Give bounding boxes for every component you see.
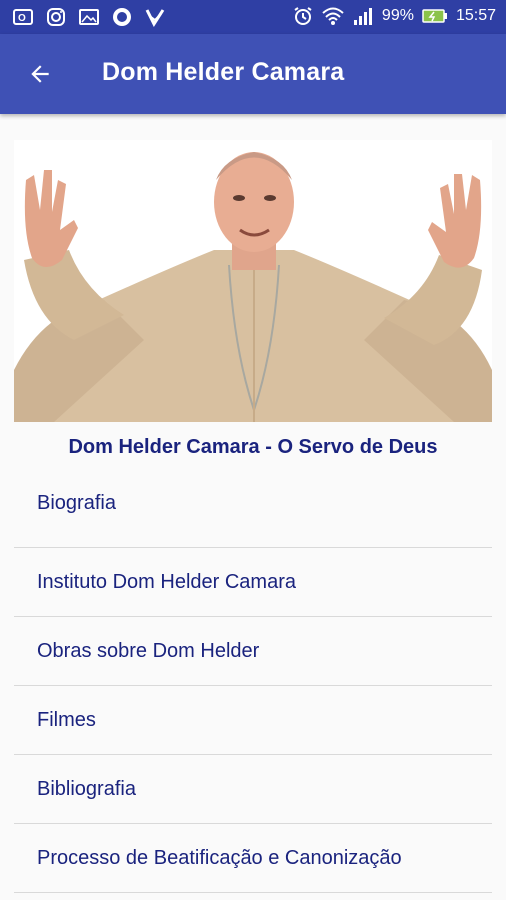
system-icons: 99% 15:57 [292, 5, 496, 27]
instagram-icon [45, 6, 67, 28]
hero-photo [14, 140, 492, 422]
battery-icon [422, 5, 448, 27]
menu-item-label: Biografia [37, 492, 116, 514]
menu-item-label: Obras sobre Dom Helder [37, 639, 260, 662]
menu-item-label: Processo de Beatificação e Canonização [37, 846, 402, 869]
menu-item-biografia[interactable]: Biografia [14, 480, 492, 548]
wifi-icon [322, 5, 344, 27]
menu-item-bibliografia[interactable]: Bibliografia [14, 755, 492, 824]
alarm-icon [292, 5, 314, 27]
menu-item-label: Filmes [37, 708, 96, 731]
menu-item-instituto[interactable]: Instituto Dom Helder Camara [14, 548, 492, 617]
page-title: Dom Helder Camara [102, 58, 345, 86]
app-bar: Dom Helder Camara [0, 34, 506, 114]
menu-item-processo[interactable]: Processo de Beatificação e Canonização [14, 824, 492, 893]
hero-caption: Dom Helder Camara - O Servo de Deus [68, 436, 438, 458]
battery-percent: 99% [381, 7, 414, 24]
menu-item-obras[interactable]: Obras sobre Dom Helder [14, 617, 492, 686]
gallery-icon [78, 6, 100, 28]
menu-list: Biografia Instituto Dom Helder Camara Ob… [14, 480, 492, 893]
svg-text:O: O [18, 13, 26, 24]
back-button[interactable] [22, 56, 58, 92]
status-bar: O 99% 15:57 [0, 0, 506, 34]
notification-icons: O [12, 6, 166, 28]
circle-app-icon [111, 6, 133, 28]
outlook-icon: O [12, 6, 34, 28]
menu-item-label: Instituto Dom Helder Camara [37, 570, 296, 593]
signal-icon [352, 5, 374, 27]
checkmark-app-icon [144, 6, 166, 28]
menu-item-filmes[interactable]: Filmes [14, 686, 492, 755]
clock: 15:57 [455, 7, 496, 24]
menu-item-label: Bibliografia [37, 777, 136, 800]
arrow-back-icon [31, 65, 49, 83]
